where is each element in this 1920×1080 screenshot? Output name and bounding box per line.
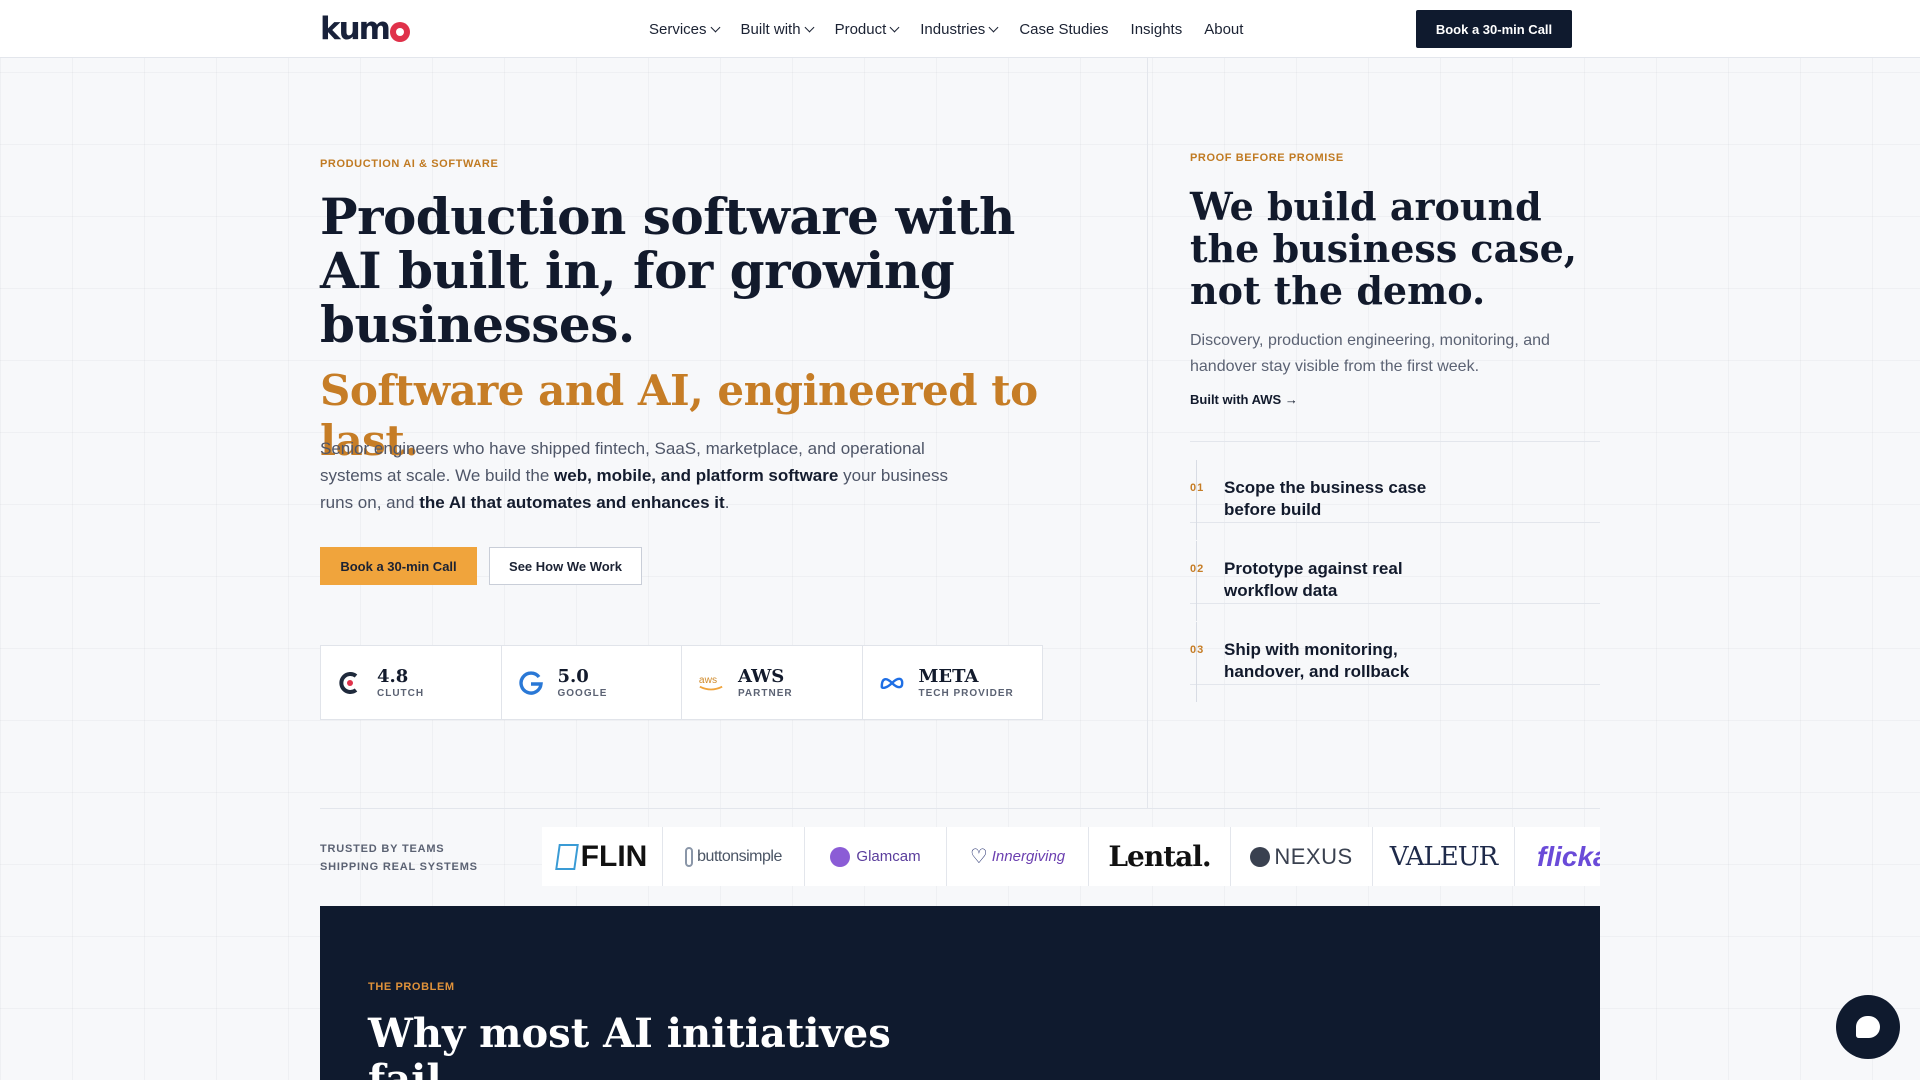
kumo-logo[interactable]: kum — [320, 11, 410, 47]
buttonsimple-mark-icon — [685, 846, 694, 867]
badge-source: PARTNER — [738, 687, 793, 699]
step-title: Prototype against real workflow data — [1224, 559, 1403, 600]
hero-description-text: . — [724, 493, 730, 512]
aws-icon: aws — [698, 670, 724, 696]
client-logo-name: flicka — [1537, 840, 1600, 872]
chat-bubble-icon — [1856, 1016, 1880, 1038]
step-title: Ship with monitoring, handover, and roll… — [1224, 640, 1410, 681]
hero-description-emphasis: the AI that automates and enhances it — [419, 493, 725, 512]
badge-score: AWS — [738, 665, 785, 687]
google-icon — [518, 670, 544, 696]
hero-description-emphasis: web, mobile, and platform software — [554, 466, 839, 485]
meta-icon — [879, 670, 905, 696]
process-steps: 01 Scope the business case before build … — [1190, 441, 1600, 702]
step-number: 01 — [1190, 482, 1205, 494]
process-step: 02 Prototype against real workflow data — [1190, 523, 1600, 621]
client-logo-flin: FLIN — [542, 827, 663, 886]
problem-title: Why most AI initiatives fail — [368, 1010, 891, 1080]
process-step: 01 Scope the business case before build — [1190, 442, 1600, 540]
heart-icon: ♡ — [969, 846, 988, 868]
chevron-down-icon — [804, 22, 815, 32]
built-with-aws-link[interactable]: Built with AWS → — [1190, 392, 1298, 407]
ratings-bar: 4.8 CLUTCH 5.0 GOOGLE aws AWS PARTNER ME… — [320, 645, 1043, 720]
badge-text: 4.8 CLUTCH — [377, 665, 425, 699]
menu-item-services[interactable]: Services — [649, 20, 720, 38]
client-logo-name: VALEUR — [1389, 841, 1499, 872]
clutch-icon — [337, 670, 363, 696]
hero-description: Senior engineers who have shipped fintec… — [320, 435, 980, 516]
client-logo-glamcam: Glamcam — [805, 827, 947, 886]
menu-item-about[interactable]: About — [1204, 21, 1243, 38]
menu-item-insights[interactable]: Insights — [1131, 21, 1183, 38]
hero-title: Production software with AI built in, fo… — [320, 187, 1015, 354]
hero-eyebrow: PRODUCTION AI & SOFTWARE — [320, 158, 499, 170]
menu-item-built-with[interactable]: Built with — [740, 20, 815, 38]
menu-item-label: Services — [649, 20, 707, 38]
client-logo-strip: FLIN buttonsimple Glamcam ♡ Innergiving … — [542, 827, 1600, 886]
badge-aws: aws AWS PARTNER — [682, 646, 863, 719]
step-connector — [1196, 622, 1197, 702]
badge-score: 4.8 — [377, 665, 409, 687]
badge-text: AWS PARTNER — [738, 665, 793, 699]
step-number: 03 — [1190, 644, 1205, 656]
main-menu: Services Built with Product Industries C… — [649, 0, 1243, 58]
chevron-down-icon — [988, 22, 999, 32]
menu-item-label: Case Studies — [1019, 20, 1109, 38]
client-logo-lental: Lental. — [1089, 827, 1231, 886]
process-step: 03 Ship with monitoring, handover, and r… — [1190, 604, 1600, 702]
hero-divider — [1147, 58, 1148, 808]
client-logo-name: Glamcam — [856, 848, 921, 865]
proof-title: We build around the business case, not t… — [1190, 184, 1577, 313]
menu-item-product[interactable]: Product — [834, 20, 900, 38]
client-logo-name: NEXUS — [1274, 843, 1353, 869]
menu-item-label: Product — [834, 20, 887, 38]
logo-wordmark: kum — [320, 11, 391, 47]
badge-source: CLUTCH — [377, 687, 425, 699]
problem-section: THE PROBLEM Why most AI initiatives fail — [320, 906, 1600, 1080]
badge-score: 5.0 — [557, 665, 589, 687]
client-logo-name: Lental. — [1108, 840, 1211, 873]
badge-text: 5.0 GOOGLE — [557, 665, 608, 699]
chevron-down-icon — [889, 22, 900, 32]
menu-item-industries[interactable]: Industries — [920, 20, 999, 38]
nav-book-call-button[interactable]: Book a 30-min Call — [1416, 10, 1572, 48]
badge-meta: META TECH PROVIDER — [863, 646, 1043, 719]
badge-score: META — [918, 665, 979, 687]
badge-clutch: 4.8 CLUTCH — [321, 646, 502, 719]
step-number: 02 — [1190, 563, 1205, 575]
client-logo-nexus: NEXUS — [1231, 827, 1373, 886]
client-logo-name: FLIN — [580, 839, 648, 873]
svg-text:aws: aws — [699, 675, 717, 686]
top-nav: kum Services Built with Product Industri… — [0, 0, 1920, 58]
client-logo-buttonsimple: buttonsimple — [663, 827, 805, 886]
menu-item-label: About — [1204, 20, 1244, 38]
step-title: Scope the business case before build — [1224, 478, 1427, 519]
problem-eyebrow: THE PROBLEM — [368, 981, 455, 993]
proof-description: Discovery, production engineering, monit… — [1190, 332, 1550, 375]
chevron-down-icon — [710, 22, 720, 32]
badge-google: 5.0 GOOGLE — [502, 646, 682, 719]
client-logo-innergiving: ♡ Innergiving — [947, 827, 1089, 886]
menu-item-label: Built with — [740, 20, 801, 38]
menu-item-label: Industries — [920, 20, 986, 38]
client-logo-name: Innergiving — [991, 848, 1066, 865]
logo-o-mark — [390, 22, 410, 42]
badge-source: TECH PROVIDER — [918, 687, 1014, 699]
client-logo-name: buttonsimple — [697, 847, 782, 865]
glamcam-globe-icon — [830, 846, 851, 867]
see-how-we-work-button[interactable]: See How We Work — [489, 547, 642, 585]
trusted-label: TRUSTED BY TEAMS SHIPPING REAL SYSTEMS — [320, 843, 478, 873]
client-logo-flicka: flicka — [1515, 827, 1600, 886]
flin-mark-icon — [554, 843, 579, 870]
menu-item-case-studies[interactable]: Case Studies — [1019, 21, 1108, 38]
menu-item-label: Insights — [1130, 20, 1183, 38]
badge-text: META TECH PROVIDER — [918, 665, 1014, 699]
book-call-button[interactable]: Book a 30-min Call — [320, 547, 477, 585]
nexus-mark-icon — [1250, 846, 1271, 867]
client-logo-valeur: VALEUR — [1373, 827, 1515, 886]
proof-eyebrow: PROOF BEFORE PROMISE — [1190, 152, 1344, 164]
section-divider — [320, 808, 1600, 809]
badge-source: GOOGLE — [557, 687, 608, 699]
chat-launcher-button[interactable] — [1836, 995, 1900, 1059]
